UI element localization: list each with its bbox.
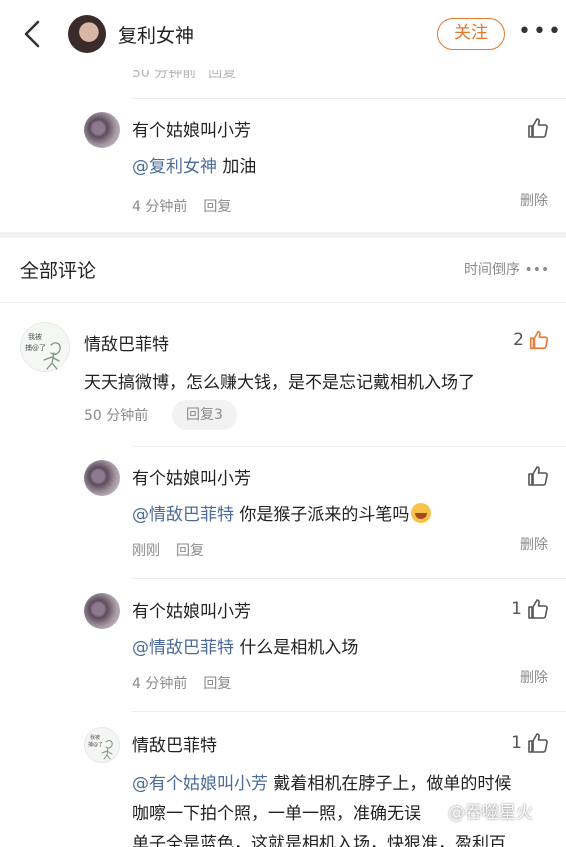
reply-text: @复利女神 加油 [132,157,257,177]
delete-button[interactable]: 删除 [520,667,548,687]
like-icon [528,733,548,753]
reply-meta: 刚刚 回复 [132,540,204,560]
avatar[interactable] [84,112,120,148]
mention-link[interactable]: @情敌巴菲特 [132,638,234,658]
reply-button[interactable]: 回复 [176,543,204,559]
reply-item: 有个姑娘叫小芳 @复利女神 加油 4 分钟前 回复 删除 [84,112,566,222]
divider [132,98,566,99]
mention-link[interactable]: @情敌巴菲特 [132,505,234,525]
page-title: 复利女神 [118,25,195,47]
reply-button[interactable]: 回复 [203,199,231,215]
sketch-figure-icon: 我被 捕@了 [88,734,113,760]
reply-author[interactable]: 有个姑娘叫小芳 [132,464,251,489]
avatar-sketch[interactable]: 我被 捕@了 [84,727,120,763]
reply-text: @情敌巴菲特 什么是相机入场 [132,638,359,658]
comment-text: 天天搞微博，怎么赚大钱，是不是忘记戴相机入场了 [84,373,475,393]
avatar-sketch[interactable]: 我被 捕@了 [20,322,70,372]
delete-button[interactable]: 删除 [520,190,548,210]
delete-button[interactable]: 删除 [520,534,548,554]
svg-text:捕@了: 捕@了 [25,343,46,352]
divider [132,446,566,447]
mention-link[interactable]: @复利女神 [132,157,217,177]
reply-meta: 4 分钟前 回复 [132,196,231,216]
reply-button[interactable]: 回复 [203,676,231,692]
reply-time: 4 分钟前 [132,199,188,215]
watermark: @吞噬星火 [448,803,533,823]
divider [132,578,566,579]
divider [132,711,566,712]
sketch-figure-icon: 我被 捕@了 [25,332,61,370]
svg-text:我被: 我被 [28,332,42,341]
section-separator [0,232,566,238]
svg-text:我被: 我被 [90,734,100,741]
reply-text: @情敌巴菲特 你是猴子派来的斗笔吗 [132,500,432,525]
liked-icon [529,330,549,350]
comment-like-button[interactable]: 2 [513,329,550,351]
all-comments-heading: 全部评论 [20,260,97,282]
reply-author[interactable]: 有个姑娘叫小芳 [132,597,251,622]
like-icon [528,599,548,619]
laughing-emoji-icon [411,503,432,523]
mention-link[interactable]: @有个姑娘叫小芳 [132,774,268,794]
reply-like-button[interactable]: 1 [511,731,550,755]
back-arrow-icon[interactable] [20,18,48,50]
divider [0,302,566,303]
profile-avatar[interactable] [68,15,106,53]
like-count: 1 [511,733,522,753]
like-icon[interactable] [526,464,550,488]
comment-author[interactable]: 情敌巴菲特 [84,330,169,355]
sort-order-button[interactable]: 时间倒序 ••• [464,259,549,279]
reply-time: 刚刚 [132,543,160,559]
reply-time: 4 分钟前 [132,676,188,692]
svg-text:捕@了: 捕@了 [88,741,103,748]
view-replies-button[interactable]: 回复3 [172,400,237,430]
follow-button[interactable]: 关注 [437,18,505,50]
reply-author[interactable]: 有个姑娘叫小芳 [132,116,251,141]
more-options-icon[interactable]: ••• [518,20,561,44]
reply-author[interactable]: 情敌巴菲特 [132,731,217,756]
reply-text-line: 单子全是蓝色，这就是相机入场，快狠准，盈利百 [132,834,506,847]
reply-text-line: 咖嚓一下拍个照，一单一照，准确无误 [132,804,421,824]
like-count: 1 [511,599,522,619]
reply-like-button[interactable]: 1 [511,597,550,621]
reply-meta: 4 分钟前 回复 [132,673,231,693]
like-count: 2 [513,330,524,350]
top-bar: 复利女神 关注 ••• [0,0,566,70]
avatar[interactable] [84,593,120,629]
avatar[interactable] [84,460,120,496]
like-icon[interactable] [526,116,550,140]
comment-time: 50 分钟前 [84,408,149,424]
reply-item: 有个姑娘叫小芳 @情敌巴菲特 你是猴子派来的斗笔吗 刚刚 回复 删除 [84,460,566,570]
reply-text: @有个姑娘叫小芳 戴着相机在脖子上，做单的时候 [132,774,512,794]
reply-item: 有个姑娘叫小芳 1 @情敌巴菲特 什么是相机入场 4 分钟前 回复 删除 [84,593,566,703]
